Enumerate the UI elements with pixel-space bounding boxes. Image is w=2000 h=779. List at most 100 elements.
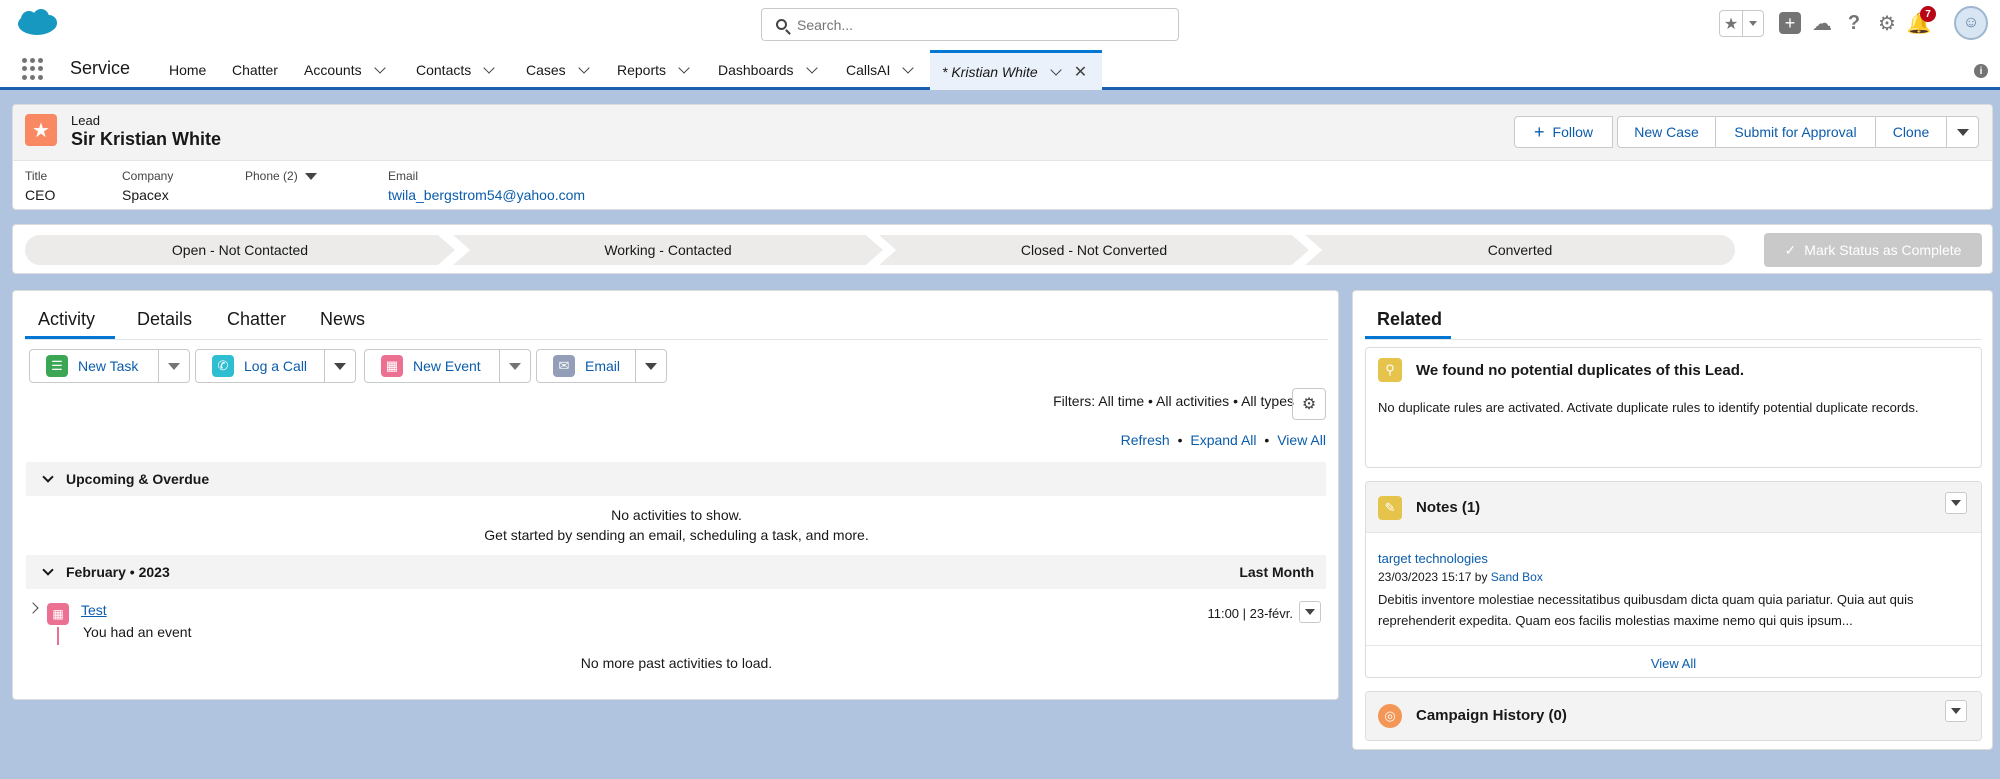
email-link[interactable]: twila_bergstrom54@yahoo.com bbox=[388, 187, 585, 203]
submit-for-approval-button[interactable]: Submit for Approval bbox=[1715, 116, 1876, 148]
clone-button[interactable]: Clone bbox=[1875, 116, 1947, 148]
gear-icon[interactable]: ⚙ bbox=[1876, 12, 1898, 35]
phone-icon: ✆ bbox=[212, 355, 234, 377]
tab-chatter[interactable]: Chatter bbox=[227, 309, 286, 330]
event-time: 11:00 | 23-févr. bbox=[1207, 606, 1293, 621]
note-author-link[interactable]: Sand Box bbox=[1491, 570, 1543, 584]
link-separator: • bbox=[1264, 432, 1270, 448]
no-more-activities: No more past activities to load. bbox=[580, 655, 773, 671]
new-event-button[interactable]: ▦ New Event bbox=[364, 349, 500, 383]
path-stage-converted[interactable]: Converted bbox=[1305, 235, 1735, 265]
title-value: CEO bbox=[25, 187, 56, 203]
nav-item-contacts[interactable]: Contacts bbox=[416, 50, 495, 90]
nav-item-chatter[interactable]: Chatter bbox=[232, 50, 278, 90]
nav-item-label: Reports bbox=[617, 62, 667, 78]
tab-news[interactable]: News bbox=[320, 309, 365, 330]
tab-related[interactable]: Related bbox=[1377, 309, 1442, 330]
note-meta: 23/03/2023 15:17 by Sand Box bbox=[1378, 570, 1543, 584]
chevron-down-icon[interactable] bbox=[373, 62, 386, 74]
activity-panel: Activity Details Chatter News ☰ New Task… bbox=[12, 290, 1339, 700]
expand-all-link[interactable]: Expand All bbox=[1190, 432, 1256, 448]
campaign-actions-dropdown[interactable] bbox=[1945, 700, 1967, 722]
close-icon[interactable]: ✕ bbox=[1074, 62, 1087, 82]
new-case-button[interactable]: New Case bbox=[1617, 116, 1716, 148]
event-description: You had an event bbox=[83, 624, 192, 640]
clone-label: Clone bbox=[1892, 124, 1930, 140]
lead-icon: ★ bbox=[25, 114, 57, 146]
favorites-button[interactable]: ★ bbox=[1719, 10, 1764, 37]
chevron-down-icon[interactable] bbox=[678, 62, 690, 74]
submit-label: Submit for Approval bbox=[1734, 124, 1857, 140]
follow-button[interactable]: + Follow bbox=[1514, 116, 1613, 148]
task-icon: ☰ bbox=[46, 355, 68, 377]
app-launcher-icon[interactable] bbox=[22, 58, 44, 80]
chevron-down-icon[interactable] bbox=[902, 62, 915, 74]
log-a-call-button[interactable]: ✆ Log a Call bbox=[195, 349, 325, 383]
path-stage-working[interactable]: Working - Contacted bbox=[453, 235, 883, 265]
new-task-dropdown[interactable] bbox=[159, 349, 190, 383]
chevron-down-icon[interactable] bbox=[483, 62, 495, 74]
chevron-down-icon bbox=[334, 362, 346, 370]
nav-item-callsai[interactable]: CallsAI bbox=[846, 50, 915, 90]
chevron-down-icon[interactable] bbox=[578, 62, 590, 74]
notes-title[interactable]: Notes (1) bbox=[1416, 499, 1480, 516]
refresh-link[interactable]: Refresh bbox=[1121, 432, 1170, 448]
nav-item-cases[interactable]: Cases bbox=[526, 50, 590, 90]
event-title-link[interactable]: Test bbox=[81, 602, 107, 618]
email-dropdown[interactable] bbox=[636, 349, 667, 383]
section-title: Upcoming & Overdue bbox=[66, 471, 210, 487]
chevron-down-icon[interactable] bbox=[1742, 11, 1762, 36]
notes-view-all-link[interactable]: View All bbox=[1366, 656, 1981, 671]
note-title-link[interactable]: target technologies bbox=[1378, 551, 1488, 566]
february-2023-section[interactable]: February • 2023 Last Month bbox=[26, 555, 1326, 589]
upcoming-overdue-section[interactable]: Upcoming & Overdue bbox=[26, 462, 1326, 496]
company-label: Company bbox=[122, 169, 174, 183]
tab-activity[interactable]: Activity bbox=[38, 309, 95, 330]
app-name: Service bbox=[70, 58, 131, 78]
view-all-link[interactable]: View All bbox=[1277, 432, 1326, 448]
notes-actions-dropdown[interactable] bbox=[1945, 492, 1967, 514]
more-actions-button[interactable] bbox=[1946, 116, 1979, 148]
user-avatar[interactable]: ☺ bbox=[1954, 6, 1988, 40]
new-event-dropdown[interactable] bbox=[500, 349, 531, 383]
company-value: Spacex bbox=[122, 187, 169, 203]
chevron-down-icon bbox=[645, 362, 657, 370]
search-placeholder: Search... bbox=[797, 16, 854, 33]
campaign-title[interactable]: Campaign History (0) bbox=[1416, 707, 1567, 724]
filter-settings-gear-icon[interactable]: ⚙ bbox=[1292, 388, 1326, 420]
nav-item-home[interactable]: Home bbox=[169, 50, 206, 90]
mark-status-complete-button[interactable]: ✓ Mark Status as Complete bbox=[1764, 233, 1982, 267]
trailhead-icon[interactable]: ☁ bbox=[1811, 12, 1833, 35]
nav-item-label: Chatter bbox=[232, 62, 278, 78]
note-body: Debitis inventore molestiae necessitatib… bbox=[1378, 592, 1914, 628]
tab-details[interactable]: Details bbox=[137, 309, 192, 330]
expand-chevron-right-icon[interactable] bbox=[27, 602, 39, 614]
chevron-down-icon[interactable] bbox=[805, 62, 818, 74]
nav-item-label: Home bbox=[169, 62, 207, 78]
path-stage-closed[interactable]: Closed - Not Converted bbox=[879, 235, 1309, 265]
event-actions-dropdown[interactable] bbox=[1299, 601, 1321, 623]
info-icon[interactable]: i bbox=[1974, 64, 1988, 78]
record-header-top: ★ Lead Sir Kristian White + Follow New C… bbox=[13, 105, 1992, 161]
phone-dropdown[interactable]: Phone (2) bbox=[245, 169, 317, 183]
related-panel: Related ⚲ We found no potential duplicat… bbox=[1352, 290, 1993, 750]
calendar-icon: ▦ bbox=[381, 355, 403, 377]
search-icon bbox=[776, 19, 787, 30]
salesforce-logo-icon[interactable] bbox=[16, 8, 58, 38]
tab-kristian-white[interactable]: * Kristian White ✕ bbox=[930, 50, 1102, 90]
path-stage-open[interactable]: Open - Not Contacted bbox=[25, 235, 455, 265]
new-task-button[interactable]: ☰ New Task bbox=[29, 349, 159, 383]
record-header: ★ Lead Sir Kristian White + Follow New C… bbox=[12, 104, 1993, 210]
campaign-target-icon: ◎ bbox=[1378, 704, 1402, 728]
help-icon[interactable]: ? bbox=[1843, 12, 1865, 34]
nav-item-dashboards[interactable]: Dashboards bbox=[718, 50, 818, 90]
global-search-input[interactable]: Search... bbox=[761, 8, 1179, 41]
nav-item-reports[interactable]: Reports bbox=[617, 50, 690, 90]
global-actions-add-icon[interactable]: + bbox=[1779, 12, 1801, 34]
email-button[interactable]: ✉ Email bbox=[536, 349, 636, 383]
check-icon: ✓ bbox=[1784, 241, 1797, 258]
nav-item-accounts[interactable]: Accounts bbox=[304, 50, 386, 90]
phone-label: Phone (2) bbox=[245, 169, 298, 183]
log-call-dropdown[interactable] bbox=[325, 349, 356, 383]
chevron-down-icon[interactable] bbox=[1050, 63, 1062, 76]
